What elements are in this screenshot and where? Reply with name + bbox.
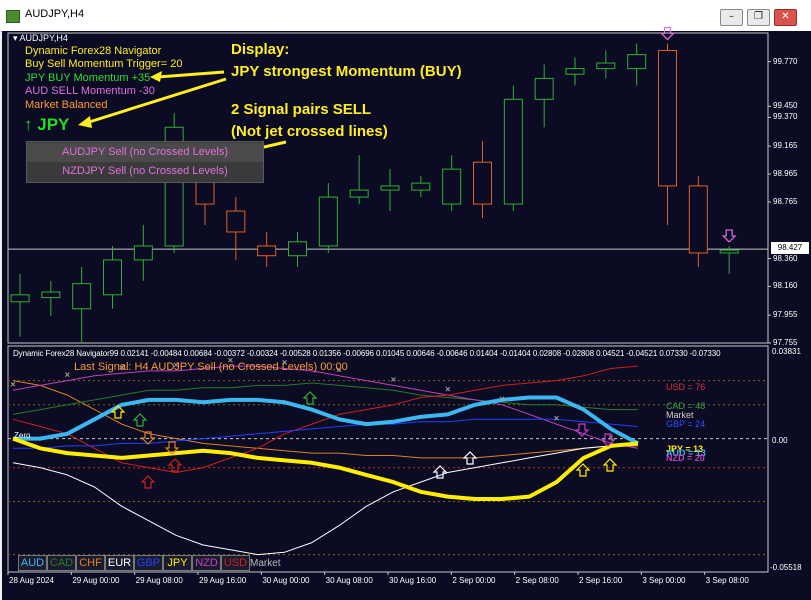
time-tick-label: 2 Sep 16:00 xyxy=(579,576,623,585)
currency-button-gbp[interactable]: GBP xyxy=(134,555,163,571)
price-tick-label: 99.450 xyxy=(773,101,798,111)
series-line-eur xyxy=(12,442,639,556)
price-tick-label: 99.370 xyxy=(773,112,798,122)
indicator-header: Dynamic Forex28 Navigator99 0.02141 -0.0… xyxy=(13,349,721,358)
time-tick-label: 30 Aug 00:00 xyxy=(262,576,310,585)
symbol-text: AUDJPY,H4 xyxy=(19,33,68,43)
info-sell-momentum: AUD SELL Momentum -30 xyxy=(25,85,155,97)
time-tick-label: 2 Sep 08:00 xyxy=(515,576,559,585)
candle-body xyxy=(72,283,92,310)
candle-body xyxy=(473,161,492,205)
annotation-pairs-text: (Not jet crossed lines) xyxy=(231,123,388,140)
price-tick-label: 98.965 xyxy=(773,169,798,179)
last-signal-label: Last Signal: H4 AUDJPY Sell (no Crossed … xyxy=(74,361,348,373)
signal-list: AUDJPY Sell (no Crossed Levels) NZDJPY S… xyxy=(26,141,264,183)
currency-button-nzd[interactable]: NZD xyxy=(192,555,221,571)
candle-body xyxy=(627,54,647,70)
info-trigger: Buy Sell Momentum Trigger= 20 xyxy=(25,58,183,70)
candle-body xyxy=(658,49,677,187)
annotation-arrowhead xyxy=(78,116,92,128)
strongest-currency-label: JPY xyxy=(37,115,70,134)
market-button[interactable]: Market xyxy=(250,558,281,569)
candle-body xyxy=(503,98,523,205)
candle-body xyxy=(719,249,739,254)
candle-body xyxy=(133,245,153,261)
candle-body xyxy=(288,241,307,257)
up-arrow-icon: ↑ xyxy=(24,115,33,134)
currency-button-jpy[interactable]: JPY xyxy=(163,555,192,571)
time-tick-label: 3 Sep 00:00 xyxy=(642,576,686,585)
candle-body xyxy=(596,62,616,70)
candle-body xyxy=(688,185,708,254)
currency-button-aud[interactable]: AUD xyxy=(18,555,47,571)
time-tick-label: 30 Aug 08:00 xyxy=(325,576,373,585)
series-line-nzd xyxy=(12,365,639,449)
price-tick-label: 97.955 xyxy=(773,310,798,320)
chart-symbol-label: ▾ AUDJPY,H4 xyxy=(13,33,68,44)
candle-body xyxy=(534,77,554,100)
annotation-arrowhead xyxy=(150,71,162,82)
indicator-y-max: 0.03831 xyxy=(772,347,801,356)
currency-button-usd[interactable]: USD xyxy=(221,555,250,571)
price-tick-label: 98.160 xyxy=(773,281,798,291)
currency-button-chf[interactable]: CHF xyxy=(76,555,105,571)
usd-strength-label: USD = 76 xyxy=(666,382,706,392)
price-tick-label: 99.770 xyxy=(773,56,798,66)
price-tick-label: 98.765 xyxy=(773,196,798,206)
indicator-y-zero: 0.00 xyxy=(772,436,788,445)
strongest-currency: ↑ JPY xyxy=(24,115,69,135)
buy-arrow-icon xyxy=(302,391,318,405)
buy-arrow-icon xyxy=(575,463,591,477)
candle-body xyxy=(10,294,30,303)
info-buy-momentum: JPY BUY Momentum +35 xyxy=(25,72,151,84)
buy-arrow-icon xyxy=(140,475,156,489)
time-tick-label: 29 Aug 00:00 xyxy=(72,576,120,585)
candle-body xyxy=(411,182,431,191)
annotation-arrow xyxy=(157,70,225,79)
buy-arrow-icon xyxy=(602,458,618,472)
candle-body xyxy=(565,68,585,75)
price-tick-label: 99.165 xyxy=(773,141,798,151)
cross-marker xyxy=(10,381,16,387)
candle-body xyxy=(226,210,246,233)
info-market-state: Market Balanced xyxy=(25,99,108,111)
annotation-display-title: Display: xyxy=(231,41,290,58)
price-tick-label: 97.755 xyxy=(773,338,798,347)
current-price-tag: 98.427 xyxy=(771,242,809,254)
annotation-pairs-title: 2 Signal pairs SELL xyxy=(231,101,372,118)
annotation-display-text: JPY strongest Momentum (BUY) xyxy=(231,63,462,80)
price-tick-label: 98.360 xyxy=(773,253,798,263)
currency-button-eur[interactable]: EUR xyxy=(105,555,134,571)
time-tick-label: 30 Aug 16:00 xyxy=(389,576,437,585)
signal-item-audjpy[interactable]: AUDJPY Sell (no Crossed Levels) xyxy=(27,143,263,162)
signal-item-nzdjpy[interactable]: NZDJPY Sell (no Crossed Levels) xyxy=(27,162,263,181)
currency-button-cad[interactable]: CAD xyxy=(47,555,76,571)
candle-body xyxy=(103,259,122,296)
candle-body xyxy=(442,168,462,205)
candle-body xyxy=(349,189,369,198)
gbp-strength-label: GBP = 24 xyxy=(666,419,706,429)
cross-marker xyxy=(445,386,451,392)
time-tick-label: 29 Aug 16:00 xyxy=(199,576,247,585)
time-tick-label: 3 Sep 08:00 xyxy=(705,576,749,585)
info-title: Dynamic Forex28 Navigator xyxy=(25,45,162,57)
series-line-gbp xyxy=(13,418,639,449)
sell-arrow-icon xyxy=(721,229,737,243)
indicator-y-min: -0.05518 xyxy=(770,563,802,572)
cross-marker xyxy=(64,372,70,377)
zero-level-label: Zero xyxy=(14,431,31,440)
series-line-jpy xyxy=(12,436,639,501)
time-tick-label: 28 Aug 2024 xyxy=(9,576,54,585)
time-tick-label: 29 Aug 08:00 xyxy=(135,576,183,585)
buy-arrow-icon xyxy=(132,413,148,427)
nzd-strength-label: NZD = 20 xyxy=(666,453,705,463)
candle-body xyxy=(380,185,400,191)
buy-arrow-icon xyxy=(167,458,183,472)
candle-body xyxy=(41,291,61,299)
candle-body xyxy=(257,245,277,257)
candle-body xyxy=(318,196,338,247)
time-tick-label: 2 Sep 00:00 xyxy=(452,576,496,585)
